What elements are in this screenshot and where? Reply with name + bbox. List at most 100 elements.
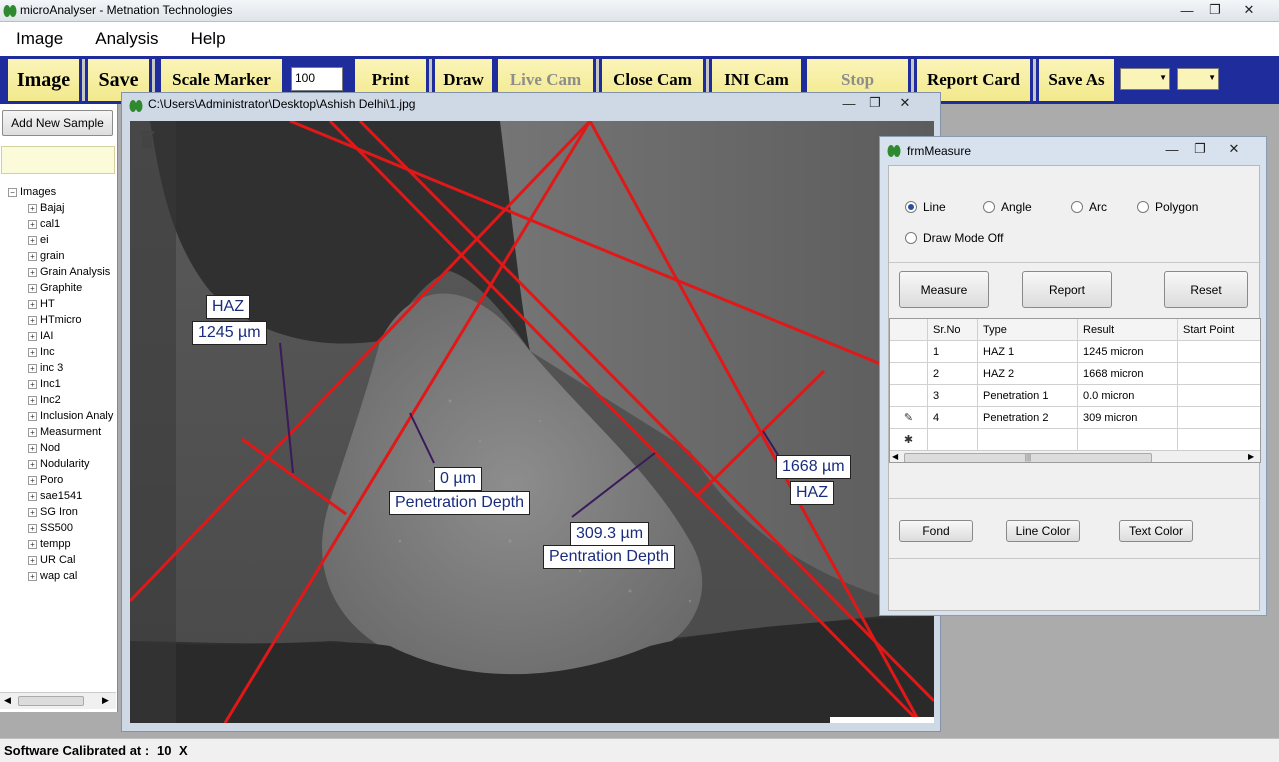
expand-icon[interactable]: + <box>28 491 37 501</box>
scroll-left-icon[interactable]: ◀ <box>4 695 11 706</box>
table-row[interactable]: ✎ 4 Penetration 2 309 micron <box>890 407 1260 429</box>
table-cell[interactable] <box>1177 385 1260 407</box>
report-button[interactable]: Report <box>1022 271 1112 308</box>
table-row[interactable]: 3 Penetration 1 0.0 micron <box>890 385 1260 407</box>
expand-icon[interactable]: + <box>28 571 37 581</box>
expand-icon[interactable]: + <box>28 523 37 533</box>
table-cell[interactable]: Penetration 2 <box>977 407 1077 429</box>
tree-item[interactable]: + Inc <box>8 344 116 360</box>
expand-icon[interactable]: + <box>28 299 37 309</box>
expand-icon[interactable]: + <box>28 331 37 341</box>
reset-button[interactable]: Reset <box>1164 271 1248 308</box>
table-cell[interactable]: HAZ 1 <box>977 341 1077 363</box>
grid-scrollbar[interactable]: ◀ ||| ▶ <box>890 450 1260 462</box>
tree-item[interactable]: + IAI <box>8 328 116 344</box>
expand-icon[interactable]: + <box>28 267 37 277</box>
scroll-left-icon[interactable]: ◀ <box>892 452 898 461</box>
table-cell[interactable]: 4 <box>927 407 977 429</box>
text-color-button[interactable]: Text Color <box>1119 520 1193 542</box>
tree-item[interactable]: + Inc1 <box>8 376 116 392</box>
tree-item[interactable]: + wap cal <box>8 568 116 584</box>
image-minimize-button[interactable]: — <box>836 93 862 113</box>
left-panel-scrollbar[interactable]: ◀ ▶ <box>0 692 116 709</box>
row-header[interactable] <box>890 341 927 363</box>
column-header[interactable]: Result <box>1077 319 1177 341</box>
tree-item[interactable]: + Graphite <box>8 280 116 296</box>
expand-icon[interactable]: + <box>28 459 37 469</box>
expand-icon[interactable]: + <box>28 235 37 245</box>
scroll-right-icon[interactable]: ▶ <box>102 695 109 706</box>
scroll-right-icon[interactable]: ▶ <box>1248 452 1254 461</box>
scroll-thumb[interactable] <box>18 696 84 706</box>
menu-help[interactable]: Help <box>175 29 242 49</box>
mode-draw-off-radio[interactable]: Draw Mode Off <box>905 231 1003 245</box>
expand-icon[interactable]: + <box>28 315 37 325</box>
expand-icon[interactable]: + <box>28 347 37 357</box>
expand-icon[interactable]: + <box>28 379 37 389</box>
image-button[interactable]: Image <box>5 59 79 101</box>
table-cell[interactable]: 3 <box>927 385 977 407</box>
tree-item[interactable]: + Nod <box>8 440 116 456</box>
tree-item[interactable]: + Poro <box>8 472 116 488</box>
table-cell[interactable]: 1245 micron <box>1077 341 1177 363</box>
table-cell[interactable]: 0.0 micron <box>1077 385 1177 407</box>
expand-icon[interactable]: + <box>28 203 37 213</box>
tree-item[interactable]: + HTmicro <box>8 312 116 328</box>
table-row[interactable]: 1 HAZ 1 1245 micron <box>890 341 1260 363</box>
line-color-button[interactable]: Line Color <box>1006 520 1080 542</box>
tree-item[interactable]: + cal1 <box>8 216 116 232</box>
tree-item[interactable]: + tempp <box>8 536 116 552</box>
font-button[interactable]: Fond <box>899 520 973 542</box>
expand-icon[interactable]: + <box>28 411 37 421</box>
table-row-new[interactable]: ✱ <box>890 429 1260 451</box>
menu-image[interactable]: Image <box>0 29 79 49</box>
edit-pencil-icon[interactable]: ✎ <box>890 407 927 429</box>
sample-name-field[interactable] <box>1 146 115 174</box>
tree-root[interactable]: − Images <box>8 184 116 200</box>
table-cell[interactable] <box>977 429 1077 451</box>
radio-dot[interactable] <box>983 201 995 213</box>
color-combo-1[interactable]: ▼ <box>1120 68 1170 90</box>
expand-icon[interactable]: + <box>28 475 37 485</box>
tree-item[interactable]: + sae1541 <box>8 488 116 504</box>
radio-dot[interactable] <box>905 201 917 213</box>
minimize-button[interactable]: — <box>1173 0 1201 20</box>
scale-value-input[interactable]: 100 <box>291 67 343 91</box>
row-header[interactable] <box>890 385 927 407</box>
menu-analysis[interactable]: Analysis <box>79 29 174 49</box>
measure-close-button[interactable]: ✕ <box>1214 139 1254 159</box>
tree-item[interactable]: + SS500 <box>8 520 116 536</box>
expand-icon[interactable]: + <box>28 363 37 373</box>
measure-minimize-button[interactable]: — <box>1158 139 1186 159</box>
mode-angle-radio[interactable]: Angle <box>983 200 1032 214</box>
expand-icon[interactable]: + <box>28 283 37 293</box>
column-header[interactable]: Type <box>977 319 1077 341</box>
table-cell[interactable] <box>927 429 977 451</box>
tree-item[interactable]: + Inc2 <box>8 392 116 408</box>
expand-icon[interactable]: + <box>28 507 37 517</box>
mode-polygon-radio[interactable]: Polygon <box>1137 200 1198 214</box>
table-cell[interactable]: Penetration 1 <box>977 385 1077 407</box>
color-combo-2[interactable]: ▼ <box>1177 68 1219 90</box>
tree-item[interactable]: + SG Iron <box>8 504 116 520</box>
measure-maximize-button[interactable]: ❐ <box>1186 139 1214 159</box>
tree-item[interactable]: + Grain Analysis <box>8 264 116 280</box>
save-as-button[interactable]: Save As <box>1036 59 1114 101</box>
mode-line-radio[interactable]: Line <box>905 200 946 214</box>
table-cell[interactable] <box>1177 341 1260 363</box>
expand-icon[interactable]: + <box>28 219 37 229</box>
trash-icon[interactable] <box>140 131 154 148</box>
expand-icon[interactable]: + <box>28 395 37 405</box>
table-cell[interactable]: 2 <box>927 363 977 385</box>
expand-icon[interactable]: + <box>28 427 37 437</box>
collapse-icon[interactable]: − <box>8 187 17 197</box>
tree-item[interactable]: + UR Cal <box>8 552 116 568</box>
add-new-sample-button[interactable]: Add New Sample <box>2 110 113 136</box>
table-cell[interactable]: 1 <box>927 341 977 363</box>
column-header[interactable]: Sr.No <box>927 319 977 341</box>
tree-item[interactable]: + ei <box>8 232 116 248</box>
radio-dot[interactable] <box>1071 201 1083 213</box>
table-cell[interactable]: 1668 micron <box>1077 363 1177 385</box>
image-close-button[interactable]: ✕ <box>888 93 922 113</box>
close-button[interactable]: ✕ <box>1229 0 1269 20</box>
